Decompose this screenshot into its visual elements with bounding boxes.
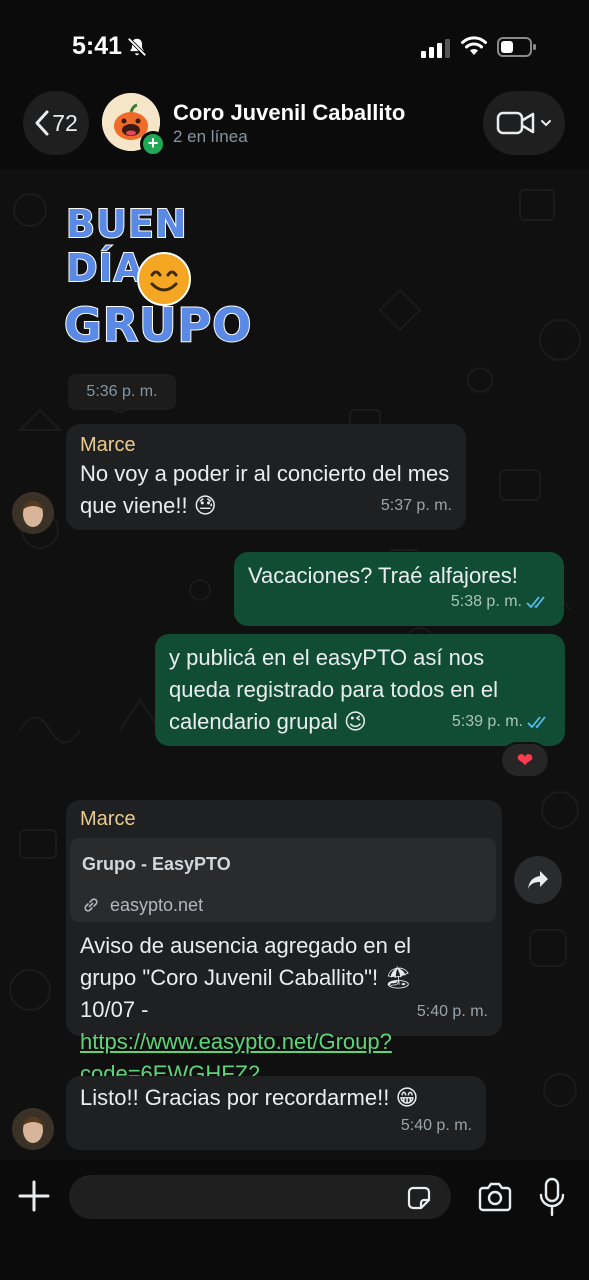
- video-icon: [496, 111, 535, 135]
- message-input[interactable]: [69, 1175, 451, 1219]
- mic-icon[interactable]: [538, 1177, 566, 1217]
- online-status: 2 en línea: [173, 127, 248, 146]
- person-avatar-image: [12, 1108, 54, 1150]
- message-outgoing[interactable]: y publicá en el easyPTO así nos queda re…: [155, 634, 565, 746]
- message-time: 5:40 p. m.: [416, 1003, 488, 1020]
- read-ticks-icon: [526, 596, 545, 609]
- good-morning-sticker[interactable]: BUEN DÍA GRUPO: [62, 194, 267, 354]
- back-button[interactable]: 72: [23, 91, 89, 155]
- sticker-icon[interactable]: [405, 1184, 433, 1212]
- signal-icon: [421, 39, 450, 58]
- message-time: 5:39 p. m.: [452, 706, 551, 738]
- chat-title[interactable]: Coro Juvenil Caballito: [173, 100, 405, 126]
- message-time: 5:40 p. m.: [400, 1117, 472, 1134]
- message-time: 5:38 p. m.: [451, 586, 550, 618]
- composer-bar: [0, 1160, 589, 1280]
- link-icon: [84, 898, 98, 912]
- link-preview[interactable]: Grupo - EasyPTO easypto.net: [70, 838, 496, 922]
- forward-icon: [528, 871, 548, 889]
- forward-button[interactable]: [514, 856, 562, 904]
- link-preview-url: easypto.net: [110, 895, 204, 915]
- chevron-left-icon: [35, 110, 49, 136]
- bell-slash-icon: [127, 37, 147, 57]
- sender-name[interactable]: Marce: [80, 432, 452, 458]
- camera-icon[interactable]: [477, 1182, 513, 1212]
- message-incoming-link[interactable]: Marce Grupo - EasyPTO easypto.net Aviso …: [66, 800, 502, 1086]
- heart-reaction[interactable]: ❤: [500, 742, 550, 778]
- chevron-down-icon: [541, 120, 551, 127]
- add-participant-badge[interactable]: +: [140, 131, 166, 157]
- status-time: 5:41: [72, 32, 123, 60]
- link-preview-title: Grupo - EasyPTO: [82, 854, 231, 874]
- status-bar: 5:41: [0, 0, 589, 88]
- plus-icon[interactable]: [16, 1178, 52, 1214]
- person-avatar-image: [12, 492, 54, 534]
- message-incoming[interactable]: Listo!! Gracias por recordarme!! 😁 5:40 …: [66, 1076, 486, 1150]
- chat-area[interactable]: BUEN DÍA GRUPO 5:36 p. m. Marce No voy a…: [0, 170, 589, 1160]
- group-avatar[interactable]: +: [102, 93, 166, 157]
- chat-header: 72 + Coro Juvenil Caballito 2 en línea: [0, 88, 589, 170]
- sender-name[interactable]: Marce: [80, 806, 136, 832]
- read-ticks-icon: [527, 716, 546, 729]
- message-time: 5:37 p. m.: [380, 497, 452, 514]
- video-call-button[interactable]: [483, 91, 565, 155]
- sticker-text-bottom: GRUPO: [63, 297, 253, 353]
- message-outgoing[interactable]: Vacaciones? Traé alfajores! 5:38 p. m.: [234, 552, 564, 626]
- unread-count: 72: [52, 109, 78, 136]
- member-avatar[interactable]: [12, 1108, 54, 1150]
- sticker-timestamp: 5:36 p. m.: [68, 374, 176, 410]
- battery-icon: [497, 37, 536, 57]
- member-avatar[interactable]: [12, 492, 54, 534]
- message-text: Aviso de ausencia agregado en el grupo "…: [80, 933, 413, 1086]
- message-incoming[interactable]: Marce No voy a poder ir al concierto del…: [66, 424, 466, 530]
- wifi-icon: [461, 36, 487, 55]
